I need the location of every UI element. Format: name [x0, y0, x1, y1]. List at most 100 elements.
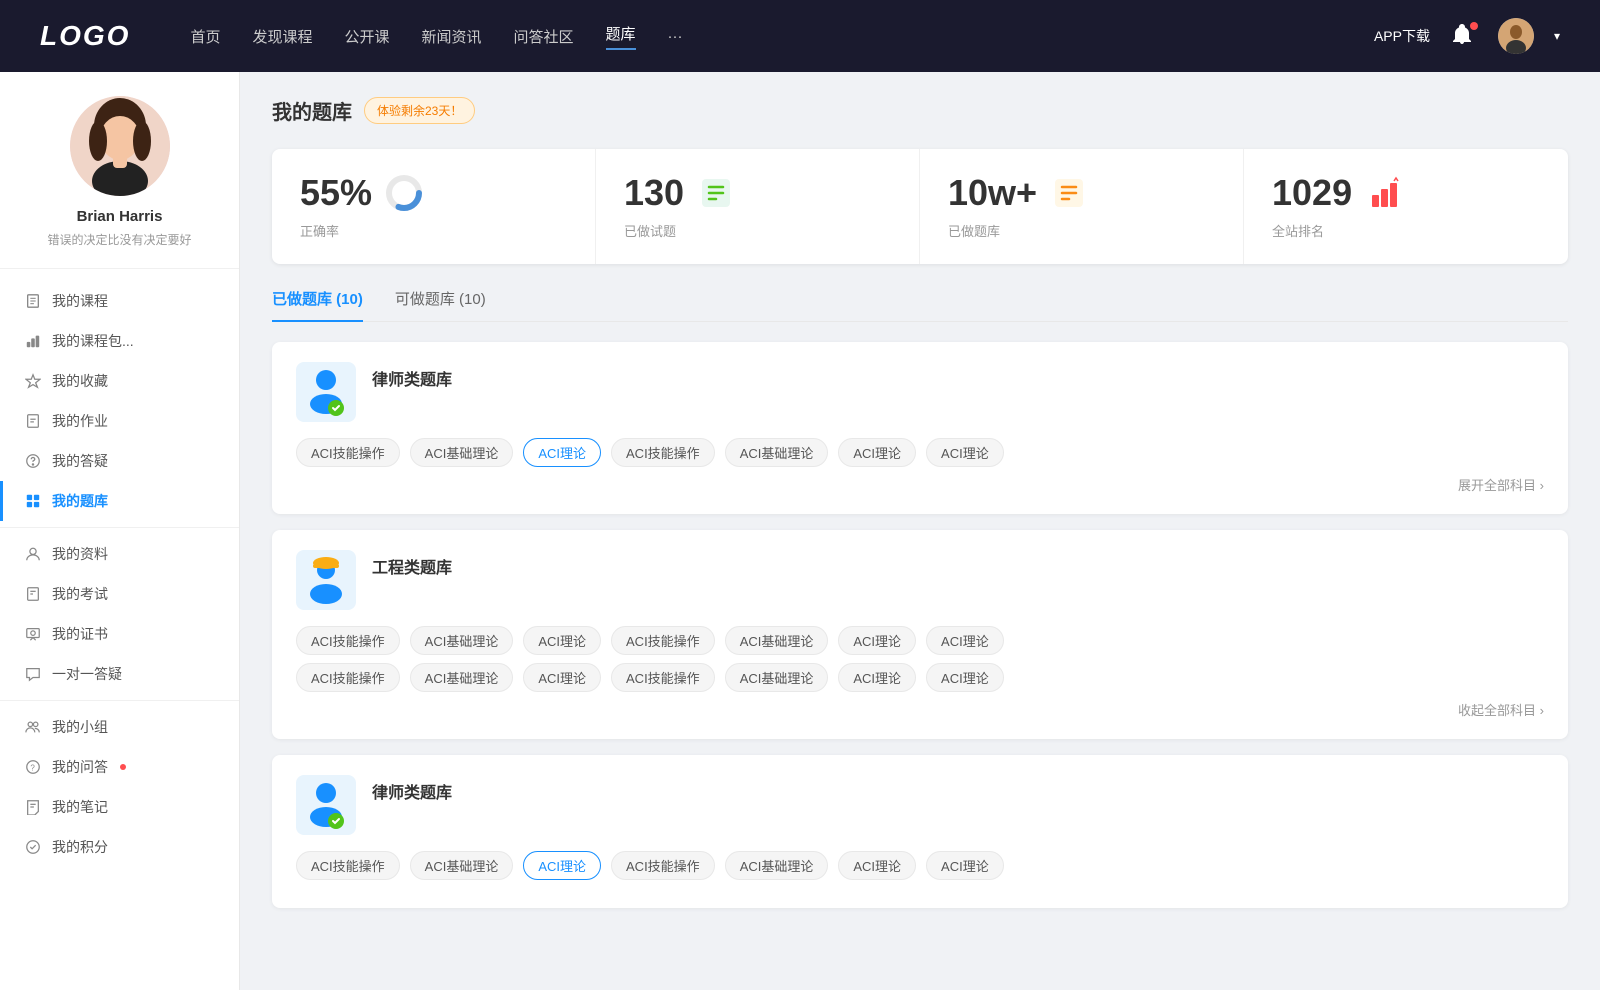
page-title: 我的题库 — [272, 96, 352, 125]
sidebar-item-certificate[interactable]: 我的证书 — [0, 614, 239, 654]
nav-news[interactable]: 新闻资讯 — [422, 26, 482, 47]
tag[interactable]: ACI理论 — [926, 626, 1004, 655]
tag[interactable]: ACI基础理论 — [410, 626, 514, 655]
nav-qa[interactable]: 问答社区 — [514, 26, 574, 47]
nav-more[interactable]: ··· — [668, 28, 683, 45]
sidebar-label: 我的积分 — [52, 837, 108, 857]
sidebar-label: 我的小组 — [52, 717, 108, 737]
sidebar-item-favorites[interactable]: 我的收藏 — [0, 361, 239, 401]
tag[interactable]: ACI基础理论 — [410, 663, 514, 692]
nav-menu: 首页 发现课程 公开课 新闻资讯 问答社区 题库 ··· — [190, 23, 1374, 50]
tag[interactable]: ACI技能操作 — [296, 663, 400, 692]
tag[interactable]: ACI基础理论 — [410, 851, 514, 880]
list-green-icon — [696, 173, 736, 213]
cert-icon — [24, 625, 42, 643]
tab-available-banks[interactable]: 可做题库 (10) — [395, 288, 486, 321]
tag[interactable]: ACI基础理论 — [410, 438, 514, 467]
question-icon — [24, 452, 42, 470]
tag[interactable]: ACI技能操作 — [296, 438, 400, 467]
tag[interactable]: ACI理论 — [523, 663, 601, 692]
tag[interactable]: ACI理论 — [838, 663, 916, 692]
grid-icon — [24, 492, 42, 510]
user-menu-chevron[interactable]: ▾ — [1554, 29, 1560, 43]
sidebar-item-question-bank[interactable]: 我的题库 — [0, 481, 239, 521]
tags-row-3: ACI技能操作 ACI基础理论 ACI理论 ACI技能操作 ACI基础理论 AC… — [296, 851, 1544, 880]
sidebar-item-one-on-one[interactable]: 一对一答疑 — [0, 654, 239, 694]
bank-card-header: 律师类题库 — [296, 362, 1544, 422]
sidebar-label: 一对一答疑 — [52, 664, 122, 684]
sidebar-item-group[interactable]: 我的小组 — [0, 707, 239, 747]
lawyer-bank-icon-2 — [296, 775, 356, 835]
sidebar-item-homework[interactable]: 我的作业 — [0, 401, 239, 441]
sidebar-label: 我的作业 — [52, 411, 108, 431]
tag[interactable]: ACI技能操作 — [611, 851, 715, 880]
lawyer-bank-icon — [296, 362, 356, 422]
tag[interactable]: ACI理论 — [926, 663, 1004, 692]
tag[interactable]: ACI理论 — [523, 626, 601, 655]
tag[interactable]: ACI技能操作 — [611, 438, 715, 467]
tag[interactable]: ACI基础理论 — [725, 851, 829, 880]
tag[interactable]: ACI技能操作 — [296, 626, 400, 655]
profile-motto: 错误的决定比没有决定要好 — [20, 231, 219, 248]
tag[interactable]: ACI理论 — [926, 438, 1004, 467]
sidebar-item-exam[interactable]: 我的考试 — [0, 574, 239, 614]
tab-done-banks[interactable]: 已做题库 (10) — [272, 288, 363, 321]
nav-home[interactable]: 首页 — [190, 26, 220, 47]
trial-badge: 体验剩余23天！ — [364, 97, 475, 124]
questions-done-label: 已做试题 — [624, 221, 891, 240]
navbar: LOGO 首页 发现课程 公开课 新闻资讯 问答社区 题库 ··· APP下载 … — [0, 0, 1600, 72]
doc-icon — [24, 585, 42, 603]
qa-icon: ? — [24, 758, 42, 776]
bank-title: 律师类题库 — [372, 366, 452, 390]
tag[interactable]: ACI技能操作 — [611, 663, 715, 692]
sidebar-label: 我的答疑 — [52, 451, 108, 471]
points-icon — [24, 838, 42, 856]
sidebar-item-my-courses[interactable]: 我的课程 — [0, 281, 239, 321]
sidebar-label: 我的考试 — [52, 584, 108, 604]
user-avatar[interactable] — [1498, 18, 1534, 54]
tag[interactable]: ACI基础理论 — [725, 626, 829, 655]
sidebar-item-points[interactable]: 我的积分 — [0, 827, 239, 867]
tag[interactable]: ACI理论 — [926, 851, 1004, 880]
tag[interactable]: ACI基础理论 — [725, 438, 829, 467]
accuracy-value: 55% — [300, 175, 372, 211]
svg-text:?: ? — [30, 764, 35, 773]
tag[interactable]: ACI技能操作 — [611, 626, 715, 655]
bank-card-header: 工程类题库 — [296, 550, 1544, 610]
sidebar-item-profile[interactable]: 我的资料 — [0, 534, 239, 574]
nav-courses[interactable]: 发现课程 — [252, 26, 312, 47]
sidebar-label: 我的题库 — [52, 491, 108, 511]
sidebar-item-my-qa[interactable]: ? 我的问答 — [0, 747, 239, 787]
tag[interactable]: ACI技能操作 — [296, 851, 400, 880]
sidebar: Brian Harris 错误的决定比没有决定要好 我的课程 我的课程包... — [0, 72, 240, 990]
stat-questions-done: 130 已做试题 — [596, 149, 920, 264]
tags-row-2b: ACI技能操作 ACI基础理论 ACI理论 ACI技能操作 ACI基础理论 AC… — [296, 663, 1544, 692]
main-content: 我的题库 体验剩余23天！ 55% 正确率 — [240, 72, 1600, 990]
profile-name: Brian Harris — [20, 208, 219, 225]
main-container: Brian Harris 错误的决定比没有决定要好 我的课程 我的课程包... — [0, 72, 1600, 990]
sidebar-label: 我的问答 — [52, 757, 108, 777]
tag[interactable]: ACI理论 — [838, 626, 916, 655]
tags-row-2a: ACI技能操作 ACI基础理论 ACI理论 ACI技能操作 ACI基础理论 AC… — [296, 626, 1544, 655]
tag[interactable]: ACI基础理论 — [725, 663, 829, 692]
notification-dot — [1470, 22, 1478, 30]
unread-dot — [120, 764, 126, 770]
bank-card-engineer: 工程类题库 ACI技能操作 ACI基础理论 ACI理论 ACI技能操作 ACI基… — [272, 530, 1568, 739]
app-download-link[interactable]: APP下载 — [1374, 26, 1430, 46]
stat-rank: 1029 全站排名 — [1244, 149, 1568, 264]
sidebar-item-qa-ask[interactable]: 我的答疑 — [0, 441, 239, 481]
donut-chart-icon — [384, 173, 424, 213]
tag[interactable]: ACI理论 — [838, 851, 916, 880]
expand-link-1[interactable]: 展开全部科目 › — [296, 475, 1544, 494]
nav-open-course[interactable]: 公开课 — [344, 26, 389, 47]
bank-card-lawyer-2: 律师类题库 ACI技能操作 ACI基础理论 ACI理论 ACI技能操作 ACI基… — [272, 755, 1568, 908]
sidebar-item-course-package[interactable]: 我的课程包... — [0, 321, 239, 361]
collapse-link[interactable]: 收起全部科目 › — [296, 700, 1544, 719]
notification-bell[interactable] — [1450, 22, 1478, 50]
tag-active[interactable]: ACI理论 — [523, 438, 601, 467]
nav-question-bank[interactable]: 题库 — [606, 23, 636, 50]
tab-row: 已做题库 (10) 可做题库 (10) — [272, 288, 1568, 322]
sidebar-item-notes[interactable]: 我的笔记 — [0, 787, 239, 827]
tag-active[interactable]: ACI理论 — [523, 851, 601, 880]
tag[interactable]: ACI理论 — [838, 438, 916, 467]
